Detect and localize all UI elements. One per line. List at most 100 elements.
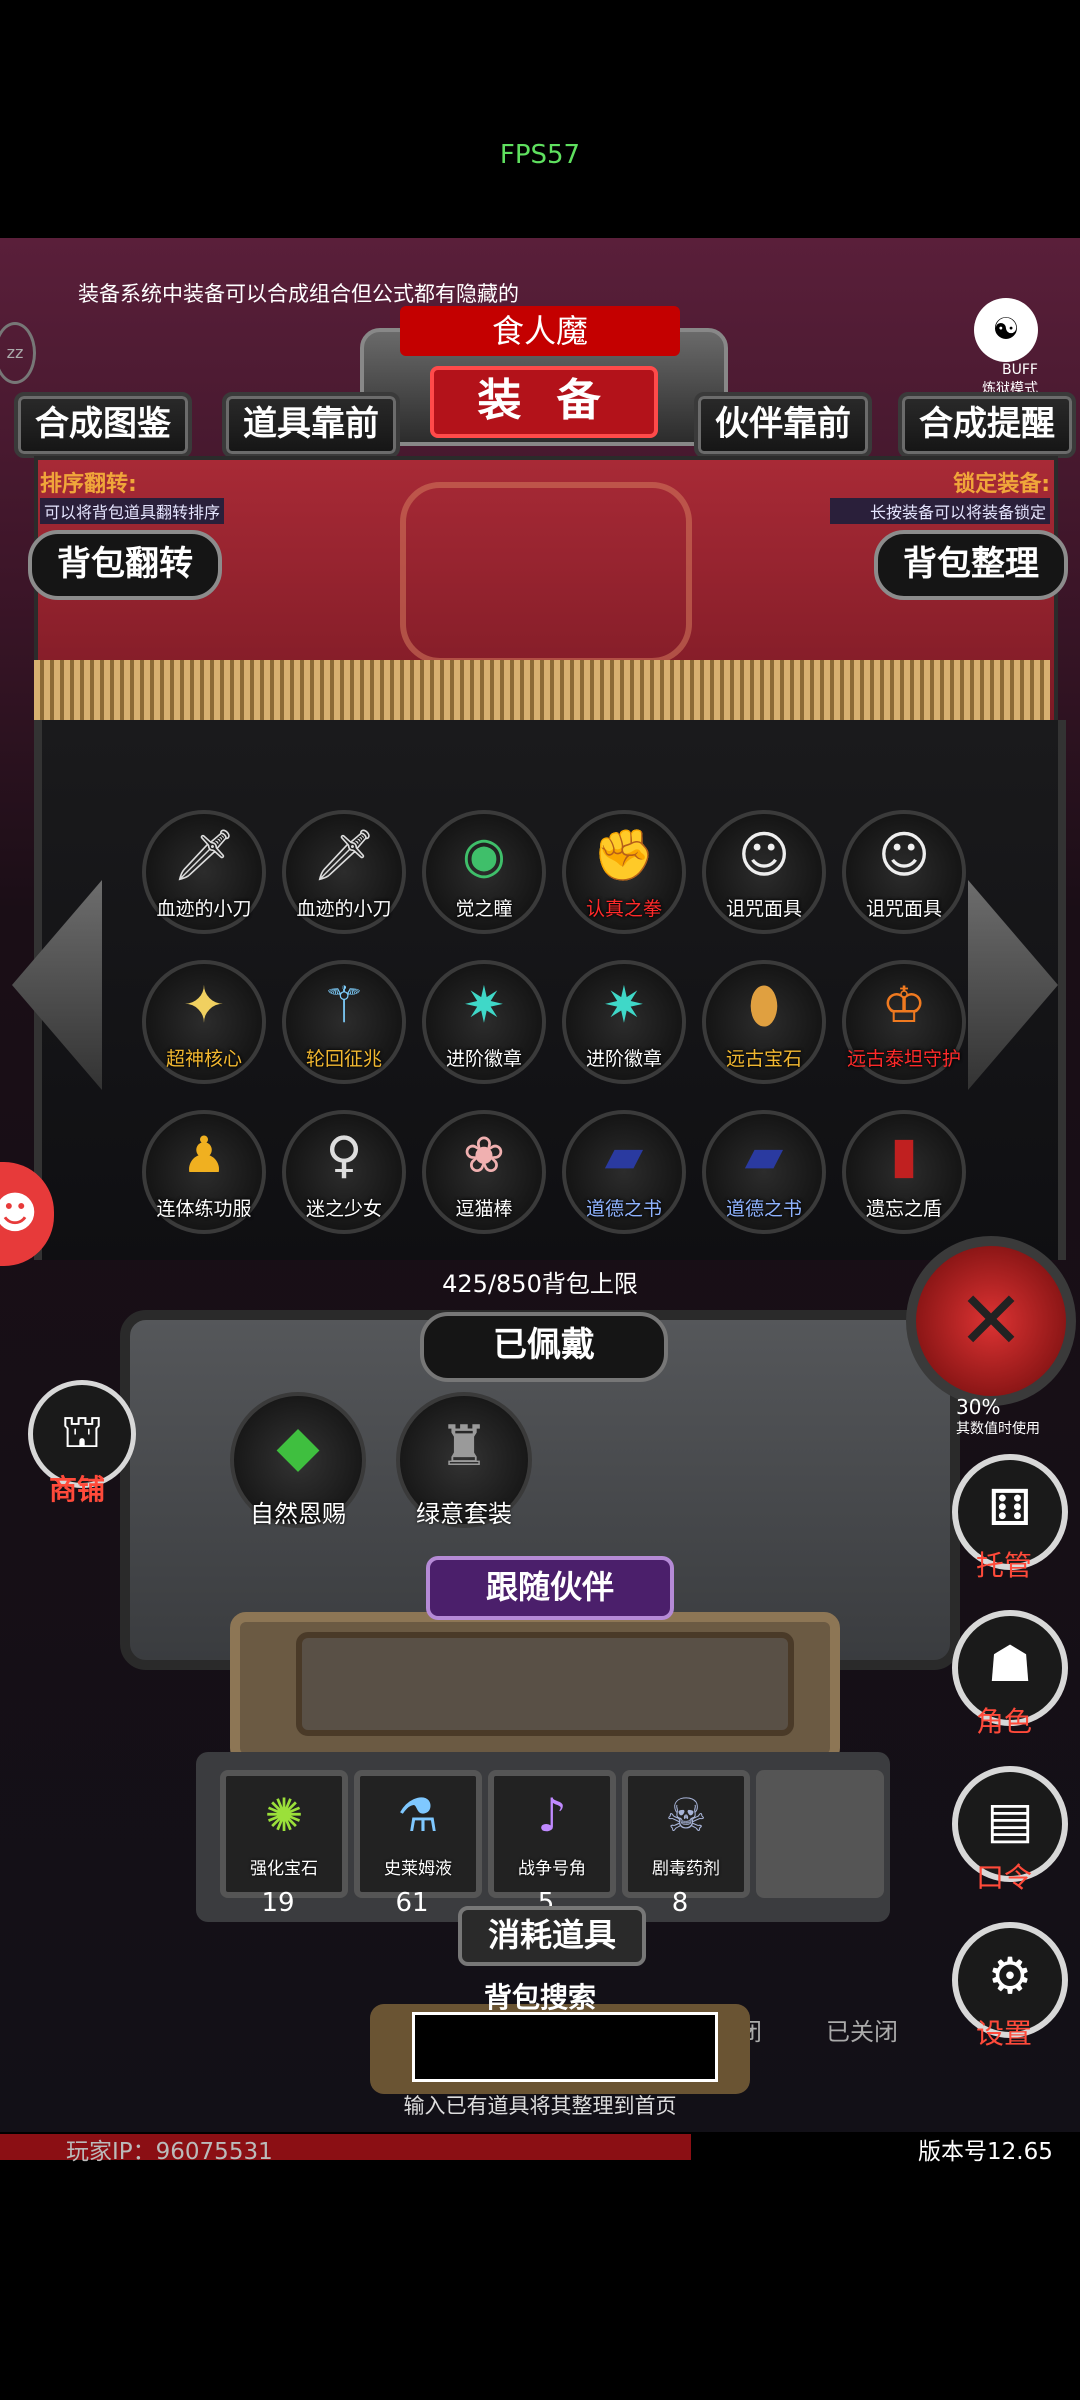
sort-flip-desc: 可以将背包道具翻转排序 — [40, 498, 225, 524]
consumable-name: 战争号角 — [518, 1859, 586, 1879]
auto-manage-label[interactable]: 托管 — [952, 1544, 1056, 1584]
equipped-item-name: 绿意套装 — [416, 1500, 512, 1528]
inventory-item[interactable]: ♟ 连体练功服 — [142, 1110, 266, 1234]
empty-slot[interactable] — [756, 1770, 884, 1898]
inventory-item-name: 血迹的小刀 — [296, 898, 392, 920]
enemy-name: 食人魔 — [400, 306, 680, 356]
shield-icon: ▮ — [890, 1126, 918, 1184]
buff-mode-badge[interactable]: ☯ BUFF 炼狱模式 — [928, 298, 1038, 397]
buff-label: BUFF — [1002, 362, 1038, 378]
leaf-icon: ◆ — [276, 1414, 320, 1479]
inventory-item-name: 诅咒面具 — [865, 898, 942, 920]
equipped-item[interactable]: ◆ 自然恩赐 — [230, 1392, 366, 1528]
potion-icon: ⚗ — [397, 1788, 439, 1842]
lock-equip-desc: 长按装备可以将装备锁定 — [830, 498, 1050, 524]
inventory-item[interactable]: 🗡 血迹的小刀 — [142, 810, 266, 934]
consumables-label: 消耗道具 — [458, 1906, 646, 1966]
inventory-item-name: 连体练功服 — [156, 1198, 252, 1220]
inventory-item-name: 超神核心 — [165, 1048, 242, 1070]
inventory-item[interactable]: 🗡 血迹的小刀 — [282, 810, 406, 934]
tab-synthesis-reminder[interactable]: 合成提醒 — [898, 392, 1076, 458]
armor-icon: ♜ — [438, 1414, 490, 1479]
inventory-item[interactable]: ❀ 逗猫棒 — [422, 1110, 546, 1234]
companion-label: 跟随伙伴 — [426, 1556, 674, 1620]
tab-items-first[interactable]: 道具靠前 — [222, 392, 400, 458]
gem-icon: ⬮ — [748, 976, 780, 1034]
fist-icon: ✊ — [592, 826, 656, 884]
lock-equip-title: 锁定装备: — [953, 472, 1050, 497]
inventory-item-name: 血迹的小刀 — [156, 898, 252, 920]
inventory-item[interactable]: ▮ 遗忘之盾 — [842, 1110, 966, 1234]
role-label[interactable]: 角色 — [952, 1700, 1056, 1740]
equipped-item-name: 自然恩赐 — [250, 1500, 346, 1528]
consumable-name: 史莱姆液 — [384, 1859, 452, 1879]
inventory-item[interactable]: ▰ 道德之书 — [702, 1110, 826, 1234]
titan-icon: ♔ — [881, 976, 927, 1034]
tab-companions-first[interactable]: 伙伴靠前 — [694, 392, 872, 458]
inventory-item[interactable]: ✦ 超神核心 — [142, 960, 266, 1084]
version-label: 版本号12.65 — [918, 2139, 1053, 2165]
inventory-item-name: 道德之书 — [585, 1198, 662, 1220]
core-icon: ✦ — [183, 976, 225, 1034]
poison-icon: ☠ — [665, 1788, 707, 1842]
equipped-item[interactable]: ♜ 绿意套装 — [396, 1392, 532, 1528]
consumable-count: 61 — [395, 1888, 429, 1918]
inventory-item[interactable]: ✊ 认真之拳 — [562, 810, 686, 934]
inventory-item[interactable]: ☺ 诅咒面具 — [842, 810, 966, 934]
inventory-item[interactable]: ♔ 远古泰坦守护 — [842, 960, 966, 1084]
girl-icon: ♀ — [325, 1126, 363, 1184]
tab-synthesis-guide[interactable]: 合成图鉴 — [14, 392, 192, 458]
eye-icon: ◉ — [462, 826, 506, 884]
bag-flip-button[interactable]: 背包翻转 — [28, 530, 222, 600]
consumable-slot[interactable]: ♪ 战争号角 — [488, 1770, 616, 1898]
password-label[interactable]: 口令 — [952, 1856, 1056, 1896]
closed-status: 已关闭 — [826, 2018, 898, 2046]
consumable-name: 剧毒药剂 — [652, 1859, 720, 1879]
consumable-name: 强化宝石 — [250, 1859, 318, 1879]
book-icon: ▰ — [604, 1126, 644, 1184]
inventory-item-name: 进阶徽章 — [585, 1048, 662, 1070]
inventory-item[interactable]: ♀ 迷之少女 — [282, 1110, 406, 1234]
green-gem-icon: ✺ — [264, 1788, 304, 1842]
inventory-item-name: 进阶徽章 — [445, 1048, 522, 1070]
inventory-item[interactable]: ◉ 觉之瞳 — [422, 810, 546, 934]
inventory-item[interactable]: ⬮ 远古宝石 — [702, 960, 826, 1084]
search-hint: 输入已有道具将其整理到首页 — [403, 2094, 677, 2118]
inventory-item-name: 迷之少女 — [305, 1198, 382, 1220]
mask-icon: ☺ — [877, 826, 931, 884]
companion-slot[interactable] — [296, 1632, 794, 1736]
crossed-swords-icon — [400, 482, 692, 664]
lock-equip-info: 锁定装备: 长按装备可以将装备锁定 — [830, 466, 1050, 524]
knife-icon: 🗡 — [312, 826, 376, 884]
badge-icon: ✷ — [603, 976, 645, 1034]
inventory-item[interactable]: ▰ 道德之书 — [562, 1110, 686, 1234]
inventory-item-name: 远古泰坦守护 — [846, 1048, 961, 1070]
inventory-item-name: 诅咒面具 — [725, 898, 802, 920]
inventory-item[interactable]: ✷ 进阶徽章 — [422, 960, 546, 1084]
sort-flip-title: 排序翻转: — [40, 472, 137, 497]
knife-icon: 🗡 — [172, 826, 236, 884]
consumable-count: 19 — [261, 1888, 295, 1918]
inventory-item[interactable]: ⚚ 轮回征兆 — [282, 960, 406, 1084]
mask-icon: ☺ — [737, 826, 791, 884]
consumable-slot[interactable]: ⚗ 史莱姆液 — [354, 1770, 482, 1898]
search-label: 背包搜索 — [483, 1981, 596, 2014]
inventory-item[interactable]: ✷ 进阶徽章 — [562, 960, 686, 1084]
wand-icon: ⚚ — [321, 976, 367, 1034]
bag-sort-button[interactable]: 背包整理 — [874, 530, 1068, 600]
inventory-item[interactable]: ☺ 诅咒面具 — [702, 810, 826, 934]
close-button[interactable]: ✕ — [906, 1236, 1076, 1406]
suit-icon: ♟ — [181, 1126, 227, 1184]
consumable-slot[interactable]: ☠ 剧毒药剂 — [622, 1770, 750, 1898]
inventory-item-name: 逗猫棒 — [455, 1198, 513, 1220]
percent-value: 30% — [956, 1395, 1001, 1419]
bag-search-input[interactable] — [412, 2012, 718, 2082]
inventory-item-name: 遗忘之盾 — [865, 1198, 942, 1220]
curtain-fringe — [34, 660, 1050, 726]
player-ip: 玩家IP：96075531 — [66, 2139, 273, 2165]
settings-label[interactable]: 设置 — [952, 2012, 1056, 2052]
inventory-item-name: 认真之拳 — [585, 898, 662, 920]
sort-flip-info: 排序翻转: 可以将背包道具翻转排序 — [40, 466, 225, 524]
shop-label[interactable]: 商铺 — [28, 1468, 126, 1508]
consumable-slot[interactable]: ✺ 强化宝石 — [220, 1770, 348, 1898]
